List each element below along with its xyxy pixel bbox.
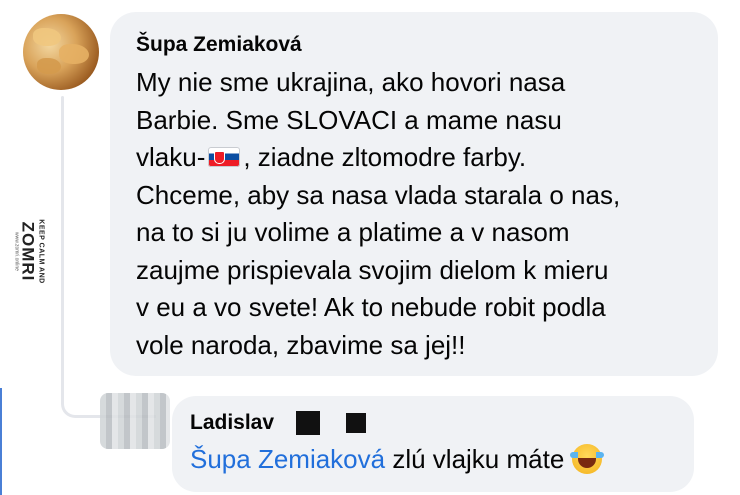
watermark-main: ZOMRI	[18, 221, 38, 281]
comment-line: , ziadne zltomodre farby.	[243, 142, 527, 172]
comment-bubble: Šupa Zemiaková My nie sme ukrajina, ako …	[110, 12, 718, 376]
mention-link[interactable]: Šupa Zemiaková	[190, 444, 385, 474]
comment-line: na to si ju volime a platime a v nasom	[136, 217, 570, 247]
redaction-box	[346, 413, 367, 433]
comment-line: zaujme prispievala svojim dielom k mieru	[136, 254, 609, 285]
left-edge-accent	[0, 388, 2, 495]
reply-author[interactable]: Ladislav	[190, 410, 274, 436]
tears-of-joy-emoji-icon	[570, 443, 605, 474]
reply-message: zlú vlajku máte	[385, 444, 565, 474]
reply-bubble: Ladislav Šupa Zemiaková zlú vlajku máte	[172, 396, 694, 492]
reply-avatar[interactable]	[100, 393, 170, 449]
comment-line: My nie sme ukrajina, ako hovori nasa	[136, 67, 566, 97]
comment-line: Chceme, aby sa nasa vlada starala o nas,	[136, 179, 621, 210]
comment-author[interactable]: Šupa Zemiaková	[136, 32, 692, 58]
redaction-box	[296, 411, 321, 435]
avatar-image-detail	[33, 28, 61, 46]
comment-line-prefix: vlaku-	[136, 142, 206, 172]
avatar[interactable]	[23, 14, 99, 90]
watermark-logo: KEEP CALM AND ZOMRI www.zomri.online	[14, 212, 45, 290]
slovakia-flag-icon	[208, 147, 241, 168]
avatar-image-detail	[37, 58, 61, 74]
avatar-image-detail	[59, 44, 89, 64]
comment-text: My nie sme ukrajina, ako hovori nasa Bar…	[136, 64, 692, 364]
comment-line: vole naroda, zbavime sa jej!!	[136, 329, 466, 360]
comment-line: v eu a vo svete! Ak to nebude robit podl…	[136, 292, 606, 322]
thread-line	[61, 96, 64, 402]
reply-author-row: Ladislav	[190, 410, 676, 436]
comment-line: Barbie. Sme SLOVACI a mame nasu	[136, 104, 562, 135]
reply-text: Šupa Zemiaková zlú vlajku máte	[190, 440, 676, 479]
